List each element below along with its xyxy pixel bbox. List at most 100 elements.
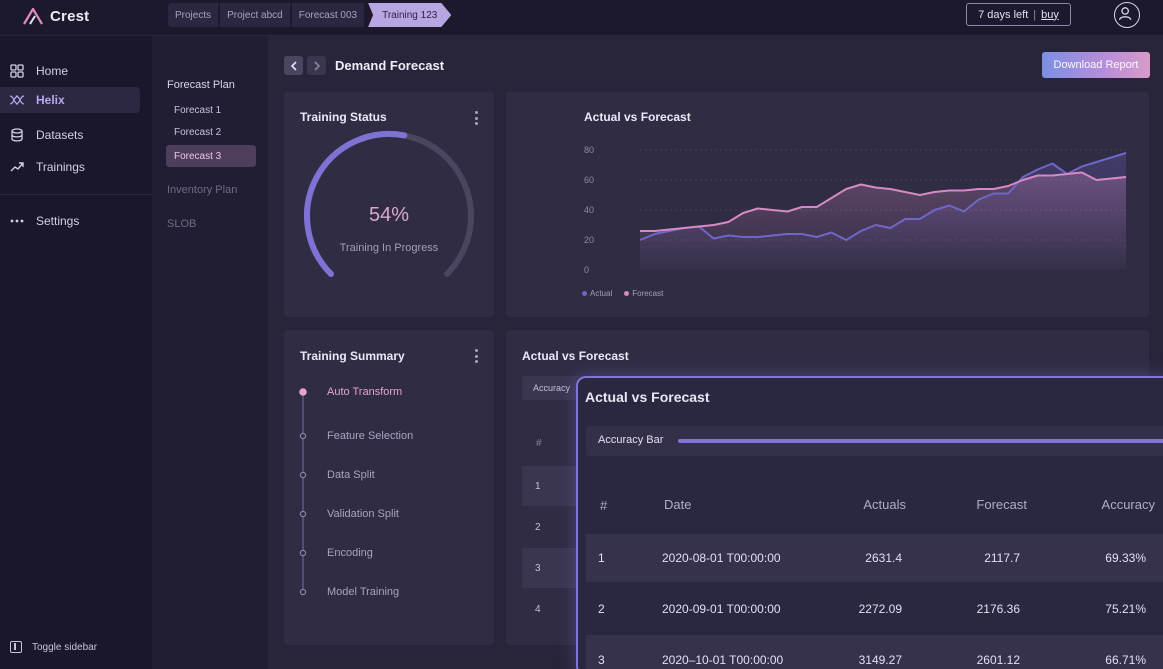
breadcrumb-project[interactable]: Project abcd xyxy=(220,3,290,27)
forecast-plan-heading[interactable]: Forecast Plan xyxy=(167,79,235,91)
trend-icon xyxy=(9,159,25,175)
step-encoding: Encoding xyxy=(327,547,373,559)
row-date: 2020-09-01 T00:00:00 xyxy=(662,602,781,616)
chevron-right-icon xyxy=(313,60,320,71)
step-data-split: Data Split xyxy=(327,469,375,481)
legend-dot-icon xyxy=(624,291,630,297)
sidebar: Home Helix Datasets Trainings Settings T… xyxy=(0,36,152,669)
page-title: Demand Forecast xyxy=(335,58,445,73)
kebab-menu-icon[interactable] xyxy=(474,349,478,363)
trial-badge: 7 days left | buy xyxy=(966,3,1071,26)
actual-vs-forecast-popup[interactable]: Actual vs Forecast Accuracy Bar # Date A… xyxy=(576,376,1163,669)
app-name: Crest xyxy=(50,7,90,25)
line-chart: 0 20 40 60 80 xyxy=(584,145,1127,275)
forecast-item-active[interactable]: Forecast 3 xyxy=(166,145,256,167)
sidebar-item-datasets[interactable]: Datasets xyxy=(0,122,140,148)
database-icon xyxy=(9,127,25,143)
buy-link[interactable]: buy xyxy=(1041,9,1059,21)
table-row[interactable]: 1 xyxy=(522,466,582,506)
breadcrumb: Projects Project abcd Forecast 003 Train… xyxy=(168,3,453,27)
forward-button[interactable] xyxy=(307,56,326,75)
row-forecast: 2601.12 xyxy=(976,653,1020,667)
step-node-icon xyxy=(299,588,307,596)
toggle-sidebar-button[interactable]: Toggle sidebar xyxy=(10,641,97,653)
legend-dot-icon xyxy=(582,291,587,297)
sidebar-toggle-icon xyxy=(10,641,22,653)
step-node-icon xyxy=(299,549,307,557)
training-percent: 54% xyxy=(368,204,410,226)
step-validation-split: Validation Split xyxy=(327,508,399,520)
row-accuracy: 69.33% xyxy=(1105,551,1146,565)
table-row[interactable]: 4 xyxy=(522,589,582,629)
training-summary-card: Training Summary Auto Transform Feature … xyxy=(284,330,494,645)
col-header-actuals[interactable]: Actuals xyxy=(818,497,906,512)
step-node-icon xyxy=(299,432,307,440)
slob-link[interactable]: SLOB xyxy=(167,218,196,230)
download-report-button[interactable]: Download Report xyxy=(1042,52,1150,78)
breadcrumb-training[interactable]: Training 123 xyxy=(368,3,452,27)
row-date: 2020-08-01 T00:00:00 xyxy=(662,551,781,565)
popup-title: Actual vs Forecast xyxy=(585,389,710,405)
step-node-icon xyxy=(299,510,307,518)
step-model-training: Model Training xyxy=(327,586,400,598)
table-hash-header: # xyxy=(536,438,542,449)
step-auto-transform: Auto Transform xyxy=(327,386,403,398)
sidebar-item-helix[interactable]: Helix xyxy=(0,87,140,113)
forecast-item[interactable]: Forecast 1 xyxy=(166,99,256,121)
sidebar-item-trainings[interactable]: Trainings xyxy=(0,154,140,180)
row-date: 2020–10-01 T00:00:00 xyxy=(662,653,784,667)
forecast-panel: Forecast Plan Forecast 1 Forecast 2 Fore… xyxy=(152,36,268,669)
sidebar-item-label: Trainings xyxy=(36,160,85,174)
trial-separator: | xyxy=(1033,8,1037,21)
sidebar-item-home[interactable]: Home xyxy=(0,58,140,84)
sidebar-item-settings[interactable]: Settings xyxy=(0,208,140,234)
table-card-title: Actual vs Forecast xyxy=(522,349,629,363)
user-avatar-icon[interactable] xyxy=(1114,2,1140,28)
forecast-item[interactable]: Forecast 2 xyxy=(166,121,256,143)
inventory-plan-link[interactable]: Inventory Plan xyxy=(167,184,237,196)
y-tick-label: 20 xyxy=(584,235,594,245)
step-feature-selection: Feature Selection xyxy=(327,430,414,442)
col-header-date[interactable]: Date xyxy=(664,497,691,512)
row-index: 1 xyxy=(598,551,605,565)
table-row[interactable]: 3 xyxy=(522,548,582,588)
step-node-icon xyxy=(299,471,307,479)
chart-legend: Actual Forecast xyxy=(582,289,663,298)
col-header-accuracy[interactable]: Accuracy xyxy=(1058,497,1155,512)
series-area-forecast xyxy=(640,172,1126,270)
y-tick-label: 0 xyxy=(584,265,589,275)
breadcrumb-projects[interactable]: Projects xyxy=(168,3,219,27)
actual-vs-forecast-chart-card: Actual vs Forecast 0 20 40 60 80 Actual Fore… xyxy=(506,92,1149,317)
y-tick-label: 60 xyxy=(584,175,594,185)
accuracy-bar[interactable]: Accuracy Bar xyxy=(586,426,1163,456)
row-forecast: 2176.36 xyxy=(976,602,1020,616)
more-icon xyxy=(9,213,25,229)
back-button[interactable] xyxy=(284,56,303,75)
y-tick-label: 80 xyxy=(584,145,594,155)
row-actuals: 2631.4 xyxy=(865,551,902,565)
chevron-left-icon xyxy=(290,60,297,71)
top-bar: Crest Projects Project abcd Forecast 003… xyxy=(0,0,1163,36)
legend-actual[interactable]: Actual xyxy=(582,289,612,298)
crest-logo-icon xyxy=(23,7,43,25)
training-status-label: Training In Progress xyxy=(339,242,439,254)
sidebar-item-label: Settings xyxy=(36,214,80,228)
row-index: 2 xyxy=(598,602,605,616)
step-node-icon xyxy=(299,388,307,396)
row-index: 3 xyxy=(598,653,605,667)
row-accuracy: 75.21% xyxy=(1105,602,1146,616)
y-tick-label: 40 xyxy=(584,205,594,215)
grid-icon xyxy=(9,63,25,79)
app-logo[interactable]: Crest xyxy=(22,6,89,26)
sidebar-item-label: Home xyxy=(36,64,69,78)
trial-days-text: 7 days left xyxy=(978,8,1029,21)
legend-actual-label: Actual xyxy=(590,289,613,298)
breadcrumb-forecast[interactable]: Forecast 003 xyxy=(291,3,365,27)
table-row[interactable]: 2 xyxy=(522,507,582,547)
legend-forecast-label: Forecast xyxy=(632,289,664,298)
col-header-forecast[interactable]: Forecast xyxy=(934,497,1027,512)
step-timeline xyxy=(299,388,307,596)
legend-forecast[interactable]: Forecast xyxy=(624,289,663,298)
accuracy-bar-label: Accuracy Bar xyxy=(598,434,664,446)
row-forecast: 2117.7 xyxy=(984,551,1020,565)
